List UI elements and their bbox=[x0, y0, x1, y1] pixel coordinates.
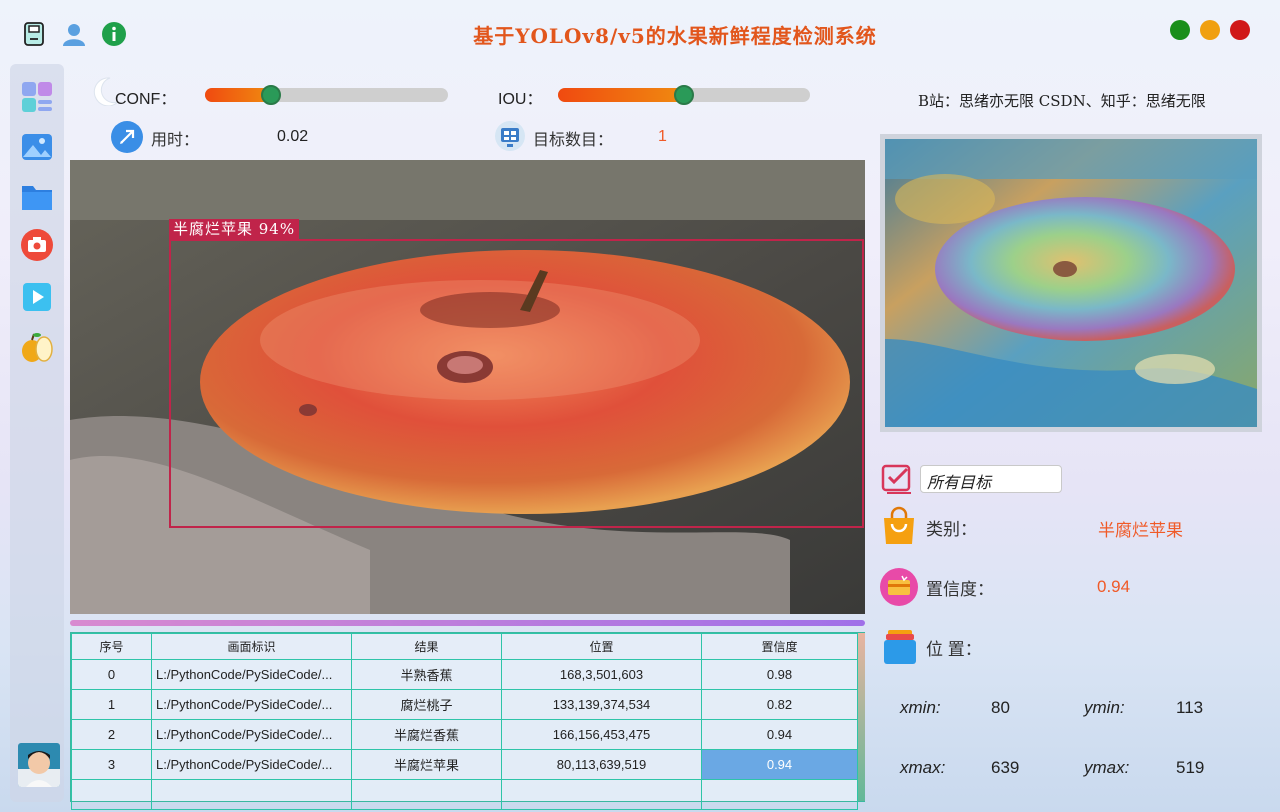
confidence-label: 置信度： bbox=[926, 580, 994, 599]
detection-image-view[interactable]: 半腐烂苹果 94% bbox=[70, 160, 865, 614]
cell-result[interactable]: 半熟香蕉 bbox=[351, 659, 502, 690]
fruit-model-icon[interactable] bbox=[20, 330, 54, 364]
sidebar bbox=[10, 64, 64, 802]
table-row[interactable]: 3 L:/PythonCode/PySideCode/... 半腐烂苹果 80,… bbox=[71, 749, 858, 780]
video-icon[interactable] bbox=[20, 280, 54, 314]
xmax-value: 639 bbox=[991, 758, 1020, 777]
iou-slider-handle[interactable] bbox=[674, 85, 694, 105]
confidence-icon bbox=[879, 567, 919, 611]
cell-position[interactable]: 80,113,639,519 bbox=[501, 749, 702, 780]
header-confidence[interactable]: 置信度 bbox=[701, 633, 858, 660]
cell-result[interactable]: 半腐烂苹果 bbox=[351, 749, 502, 780]
cell-confidence[interactable]: 0.98 bbox=[701, 659, 858, 690]
progress-bar bbox=[70, 620, 865, 626]
ymin-value: 113 bbox=[1176, 698, 1204, 717]
cell-path[interactable]: L:/PythonCode/PySideCode/... bbox=[151, 659, 352, 690]
info-icon[interactable] bbox=[100, 20, 128, 48]
xmin-label: xmin: bbox=[900, 698, 941, 717]
folder-icon[interactable] bbox=[20, 180, 54, 214]
time-label: 用时： bbox=[151, 132, 200, 149]
maximize-button[interactable] bbox=[1200, 20, 1220, 40]
user-icon[interactable] bbox=[60, 20, 88, 48]
heatmap-view[interactable] bbox=[880, 134, 1262, 432]
cell-path[interactable]: L:/PythonCode/PySideCode/... bbox=[151, 749, 352, 780]
header-frame-id[interactable]: 画面标识 bbox=[151, 633, 352, 660]
detection-box bbox=[169, 239, 864, 528]
table-row[interactable]: 0 L:/PythonCode/PySideCode/... 半熟香蕉 168,… bbox=[71, 659, 858, 690]
rocket-icon bbox=[110, 120, 144, 158]
shopping-bag-icon bbox=[880, 506, 918, 550]
cell-confidence[interactable]: 0.82 bbox=[701, 689, 858, 720]
camera-icon[interactable] bbox=[20, 228, 54, 262]
iou-label: IOU： bbox=[498, 91, 543, 108]
top-toolbar bbox=[20, 20, 128, 48]
checklist-icon bbox=[881, 462, 915, 498]
cell-empty[interactable] bbox=[151, 779, 352, 810]
save-icon[interactable] bbox=[20, 20, 48, 48]
ymax-label: ymax: bbox=[1084, 758, 1130, 777]
target-select[interactable]: 所有目标 bbox=[920, 465, 1062, 493]
class-label: 类别： bbox=[926, 520, 977, 539]
position-label: 位 置： bbox=[926, 640, 982, 659]
header-result[interactable]: 结果 bbox=[351, 633, 502, 660]
ymin-label: ymin: bbox=[1084, 698, 1125, 717]
cell-position[interactable]: 133,139,374,534 bbox=[501, 689, 702, 720]
table-row[interactable]: 1 L:/PythonCode/PySideCode/... 腐烂桃子 133,… bbox=[71, 689, 858, 720]
cell-result[interactable]: 半腐烂香蕉 bbox=[351, 719, 502, 750]
window-controls bbox=[1170, 20, 1250, 40]
iou-slider[interactable] bbox=[558, 85, 810, 105]
table-scrollbar[interactable] bbox=[858, 633, 865, 801]
heatmap-image bbox=[885, 139, 1257, 427]
avatar[interactable] bbox=[18, 743, 60, 787]
target-count-label: 目标数目： bbox=[533, 132, 614, 149]
cell-empty[interactable] bbox=[701, 779, 858, 810]
position-icon bbox=[882, 628, 918, 670]
cell-index[interactable]: 0 bbox=[71, 659, 152, 690]
conf-slider[interactable] bbox=[205, 85, 448, 105]
header-index[interactable]: 序号 bbox=[71, 633, 152, 660]
cell-index[interactable]: 2 bbox=[71, 719, 152, 750]
xmin-value: 80 bbox=[991, 698, 1010, 717]
dashboard-icon[interactable] bbox=[20, 80, 54, 114]
author-credit: B站：思绪亦无限 CSDN、知乎：思绪无限 bbox=[918, 92, 1206, 110]
cell-empty[interactable] bbox=[351, 779, 502, 810]
xmax-label: xmax: bbox=[900, 758, 946, 777]
cell-path[interactable]: L:/PythonCode/PySideCode/... bbox=[151, 689, 352, 720]
cell-position[interactable]: 166,156,453,475 bbox=[501, 719, 702, 750]
table-row[interactable]: 2 L:/PythonCode/PySideCode/... 半腐烂香蕉 166… bbox=[71, 719, 858, 750]
cell-path[interactable]: L:/PythonCode/PySideCode/... bbox=[151, 719, 352, 750]
cell-confidence[interactable]: 0.94 bbox=[701, 719, 858, 750]
monitor-icon bbox=[494, 120, 526, 158]
class-value: 半腐烂苹果 bbox=[1098, 521, 1183, 540]
time-value: 0.02 bbox=[277, 128, 309, 145]
header-position[interactable]: 位置 bbox=[501, 633, 702, 660]
cell-index[interactable]: 1 bbox=[71, 689, 152, 720]
cell-index[interactable]: 3 bbox=[71, 749, 152, 780]
app-title: 基于YOLOv8/v5的水果新鲜程度检测系统 bbox=[473, 24, 877, 48]
cell-empty[interactable] bbox=[71, 779, 152, 810]
target-count-value: 1 bbox=[658, 128, 667, 145]
table-header-row: 序号 画面标识 结果 位置 置信度 bbox=[71, 633, 858, 660]
confidence-value: 0.94 bbox=[1097, 577, 1131, 596]
cell-empty[interactable] bbox=[501, 779, 702, 810]
close-button[interactable] bbox=[1230, 20, 1250, 40]
iou-slider-fill bbox=[558, 88, 684, 102]
cell-position[interactable]: 168,3,501,603 bbox=[501, 659, 702, 690]
cell-confidence-selected[interactable]: 0.94 bbox=[701, 749, 858, 780]
conf-slider-handle[interactable] bbox=[261, 85, 281, 105]
cell-result[interactable]: 腐烂桃子 bbox=[351, 689, 502, 720]
image-icon[interactable] bbox=[20, 130, 54, 164]
ymax-value: 519 bbox=[1176, 758, 1205, 777]
conf-label: CONF： bbox=[115, 91, 177, 108]
minimize-button[interactable] bbox=[1170, 20, 1190, 40]
results-table[interactable]: 序号 画面标识 结果 位置 置信度 0 L:/PythonCode/PySide… bbox=[70, 632, 865, 810]
table-row-empty[interactable] bbox=[71, 779, 858, 810]
detection-label: 半腐烂苹果 94% bbox=[169, 219, 300, 239]
